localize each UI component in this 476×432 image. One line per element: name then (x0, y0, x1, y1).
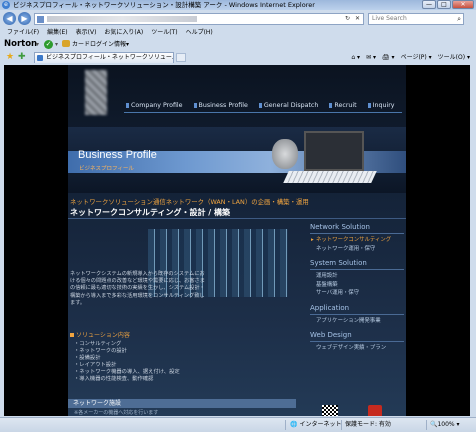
sidebar-item-operation-design[interactable]: 運用設計 (310, 272, 404, 281)
tab-active[interactable]: ビジネスプロフィール・ネットワークソリュー... (34, 52, 174, 63)
stop-icon[interactable]: ✕ (355, 14, 360, 24)
service-heading: ネットワークソリューション通信ネットワーク（WAN・LAN）の企画・構築・運用 (70, 198, 309, 206)
menu-bar: ファイル(F) 編集(E) 表示(V) お気に入り(A) ツール(T) ヘルプ(… (0, 28, 476, 38)
qr-code-image (322, 405, 338, 416)
address-bar[interactable]: ↻ ✕ (34, 13, 364, 25)
banner-subtitle: ビジネスプロフィール (79, 166, 134, 172)
security-zone: インターネット (290, 420, 341, 430)
solution-list: ・コンサルティング ・ネットワークの設計 ・設備設計 ・レイアウト設計 ・ネット… (74, 341, 180, 384)
menu-favorites[interactable]: お気に入り(A) (104, 28, 143, 38)
nav-recruit[interactable]: Recruit (329, 102, 356, 109)
website: Company Profile Business Profile General… (68, 65, 406, 416)
nav-divider (124, 112, 402, 113)
menu-help[interactable]: ヘルプ(H) (186, 28, 213, 38)
close-button[interactable]: ✕ (452, 0, 474, 9)
sidebar-item-web-design-plans[interactable]: ウェブデザイン実績・プラン (310, 344, 404, 353)
menu-edit[interactable]: 編集(E) (47, 28, 67, 38)
minimize-button[interactable]: — (422, 0, 436, 9)
refresh-icon[interactable]: ↻ (345, 14, 350, 24)
print-button[interactable]: 🖨 ▾ (382, 52, 395, 63)
sidebar-divider (310, 341, 404, 342)
maker-note: ※各メーカーの機器へ対応を行います (74, 410, 159, 416)
feeds-button[interactable]: ✉ ▾ (366, 52, 376, 63)
forward-button[interactable]: ▶ (18, 12, 31, 25)
intro-text: ネットワークシステムの新規導入から既存のシステムにおける個々の問題点の改善など環… (70, 271, 205, 306)
monitor-image (304, 131, 364, 171)
favorites-star-icon[interactable]: ★ (6, 52, 14, 63)
sidebar-category-application[interactable]: Application (310, 304, 404, 312)
sidebar-category-system[interactable]: System Solution (310, 259, 404, 267)
add-favorite-icon[interactable]: ✚ (18, 52, 26, 63)
back-button[interactable]: ◀ (3, 12, 16, 25)
network-facility-bar: ネットワーク施設 (68, 399, 296, 408)
address-row: ◀ ▶ ↻ ✕ Live Search ⌕ (0, 10, 476, 28)
teddy-bear-image (272, 139, 298, 169)
nav-company-profile[interactable]: Company Profile (126, 102, 183, 109)
tools-menu[interactable]: ツール(O) ▾ (438, 52, 470, 63)
keyboard-image (283, 171, 377, 183)
protected-mode: 保護モード: 有効 (345, 421, 391, 428)
search-placeholder: Live Search (372, 15, 407, 22)
status-bar: インターネット 保護モード: 有効 🔍100% ▾ (0, 417, 476, 432)
norton-button[interactable]: Norton (4, 39, 37, 50)
card-login-button[interactable]: カードログイン情報▾ (62, 40, 129, 49)
menu-tools[interactable]: ツール(T) (151, 28, 177, 38)
check-dropdown-icon[interactable]: ▾ (55, 39, 58, 50)
zoom-level[interactable]: 🔍100% ▾ (430, 420, 460, 430)
heading-divider (68, 218, 406, 219)
norton-dropdown-icon[interactable]: ▾ (36, 39, 39, 50)
window-title: ビジネスプロフィール・ネットワークソリューション・設計構築 アーク - Wind… (13, 1, 315, 9)
sidebar-category-web-design[interactable]: Web Design (310, 331, 404, 339)
banner-title: Business Profile (78, 149, 157, 161)
sidebar-item-network-consulting[interactable]: ネットワークコンサルティング (310, 236, 404, 245)
nav-general-dispatch[interactable]: General Dispatch (259, 102, 318, 109)
page-icon (37, 16, 44, 23)
page-menu[interactable]: ページ(P) ▾ (401, 52, 432, 63)
badge-logo (368, 405, 382, 416)
norton-toolbar: Norton ▾ ✓ ▾ カードログイン情報▾ (0, 38, 476, 51)
new-tab-button[interactable] (176, 53, 186, 62)
sidebar-category-network[interactable]: Network Solution (310, 223, 404, 231)
sidebar-divider (310, 233, 404, 234)
search-icon[interactable]: ⌕ (457, 14, 461, 24)
maximize-button[interactable]: □ (437, 0, 451, 9)
page-viewport: Company Profile Business Profile General… (4, 65, 470, 416)
nav-inquiry[interactable]: Inquiry (368, 102, 395, 109)
page-title: ネットワークコンサルティング・設計 / 構築 (70, 208, 231, 217)
business-profile-banner: Business Profile ビジネスプロフィール (68, 127, 406, 193)
search-box[interactable]: Live Search ⌕ (368, 13, 464, 25)
sidebar-item-server-operation[interactable]: サーバ運用・保守 (310, 289, 404, 298)
sidebar-item-infrastructure[interactable]: 基盤構築 (310, 281, 404, 290)
sidebar-divider (310, 269, 404, 270)
browser-window: e ビジネスプロフィール・ネットワークソリューション・設計構築 アーク - Wi… (0, 0, 476, 432)
sidebar-divider (310, 313, 404, 315)
command-bar: ⌂ ▾ ✉ ▾ 🖨 ▾ ページ(P) ▾ ツール(O) ▾ (351, 52, 470, 63)
title-bar: e ビジネスプロフィール・ネットワークソリューション・設計構築 アーク - Wi… (0, 0, 476, 10)
sidebar-item-app-development[interactable]: アプリケーション開発事業 (310, 317, 404, 326)
site-top-nav: Company Profile Business Profile General… (126, 102, 395, 109)
nav-business-profile[interactable]: Business Profile (194, 102, 248, 109)
home-button[interactable]: ⌂ ▾ (351, 52, 360, 63)
menu-file[interactable]: ファイル(F) (7, 28, 39, 38)
site-logo-blurred (85, 70, 107, 115)
tab-row: ★ ✚ ビジネスプロフィール・ネットワークソリュー... ⌂ ▾ ✉ ▾ 🖨 ▾… (0, 51, 476, 64)
menu-view[interactable]: 表示(V) (76, 28, 97, 38)
norton-safe-check-icon[interactable]: ✓ (44, 40, 53, 49)
address-url-blurred (47, 16, 197, 22)
solution-section-title: ソリューション内容 (70, 330, 130, 339)
sidebar-item-network-operation[interactable]: ネットワーク運用・保守 (310, 245, 404, 254)
sidebar: Network Solution ネットワークコンサルティング ネットワーク運用… (310, 223, 404, 353)
list-item: ・導入機器の性能検査、動作確認 (74, 376, 154, 383)
ie-logo-icon: e (2, 1, 10, 9)
